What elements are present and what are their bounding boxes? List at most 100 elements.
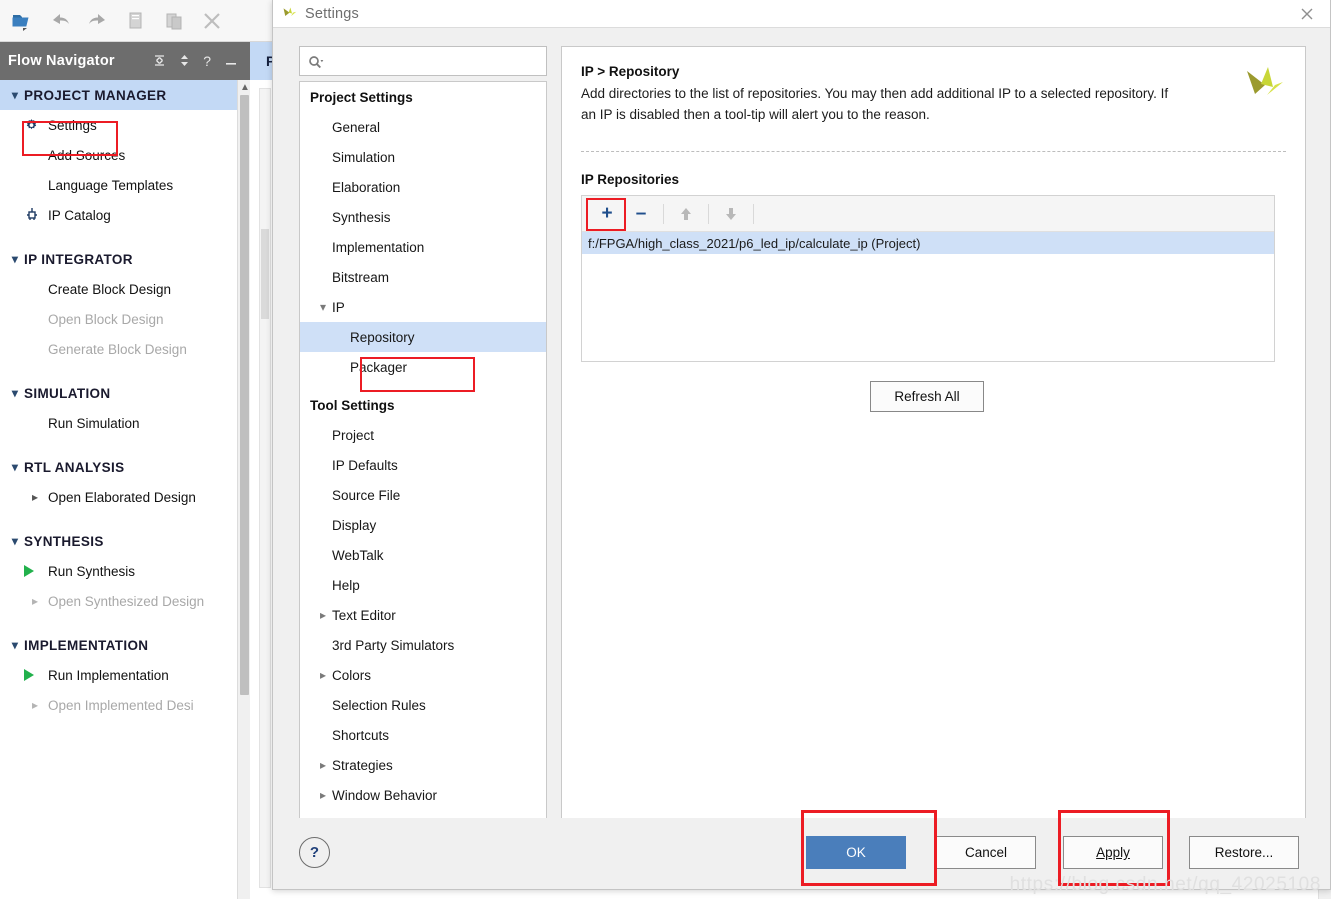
- tree-item-simulation[interactable]: Simulation: [300, 142, 546, 172]
- tree-item-ip[interactable]: ▾ IP: [300, 292, 546, 322]
- tree-item-colors[interactable]: ▸ Colors: [300, 660, 546, 690]
- collapse-all-icon[interactable]: [153, 54, 166, 69]
- sidebar-item-label: Run Synthesis: [48, 563, 136, 579]
- play-icon: [24, 669, 46, 681]
- sidebar-group-implementation[interactable]: ▾ IMPLEMENTATION: [0, 630, 237, 660]
- tree-item-label: Project: [332, 427, 375, 443]
- settings-nav-tree[interactable]: Project Settings General Simulation Elab…: [299, 81, 547, 821]
- section-divider: [581, 151, 1286, 152]
- background-panel-scrollbar[interactable]: [259, 88, 271, 888]
- tree-item-help[interactable]: Help: [300, 570, 546, 600]
- chevron-down-icon[interactable]: ▾: [314, 300, 332, 314]
- group-label: SYNTHESIS: [24, 533, 104, 549]
- chevron-right-icon[interactable]: ▸: [314, 758, 332, 772]
- sidebar-item-label: Open Synthesized Design: [48, 593, 205, 609]
- restore-button[interactable]: Restore...: [1189, 836, 1299, 869]
- sidebar-item-open-block-design: Open Block Design: [0, 304, 237, 334]
- scrollbar-thumb[interactable]: [240, 95, 249, 695]
- chevron-right-icon[interactable]: ▸: [314, 608, 332, 622]
- toolbar-divider: [663, 203, 664, 224]
- dialog-titlebar: Settings: [273, 0, 1330, 28]
- list-item[interactable]: f:/FPGA/high_class_2021/p6_led_ip/calcul…: [582, 232, 1274, 254]
- chevron-right-icon[interactable]: ▸: [314, 668, 332, 682]
- tree-item-label: IP Defaults: [332, 457, 398, 473]
- tree-item-display[interactable]: Display: [300, 510, 546, 540]
- tree-item-label: Selection Rules: [332, 697, 426, 713]
- add-repository-button[interactable]: +: [590, 200, 624, 228]
- sidebar-item-create-block-design[interactable]: Create Block Design: [0, 274, 237, 304]
- flow-navigator-list: ▾ PROJECT MANAGER Settings Add Sources L…: [0, 80, 237, 899]
- tree-item-3rd-party-simulators[interactable]: 3rd Party Simulators: [300, 630, 546, 660]
- settings-search-box[interactable]: [299, 46, 547, 76]
- chevron-down-icon: ▾: [11, 386, 19, 400]
- flow-navigator-scrollbar[interactable]: ▲: [237, 80, 250, 899]
- group-label: SIMULATION: [24, 385, 111, 401]
- sidebar-group-simulation[interactable]: ▾ SIMULATION: [0, 378, 237, 408]
- minimize-icon[interactable]: [224, 54, 238, 69]
- tree-item-label: Text Editor: [332, 607, 396, 623]
- sidebar-item-run-simulation[interactable]: Run Simulation: [0, 408, 237, 438]
- restore-label: Restore...: [1214, 845, 1274, 860]
- tree-item-label: Shortcuts: [332, 727, 390, 743]
- open-folder-icon[interactable]: [10, 9, 34, 33]
- sidebar-group-rtl-analysis[interactable]: ▾ RTL ANALYSIS: [0, 452, 237, 482]
- sidebar-item-label: Run Simulation: [48, 415, 140, 431]
- tree-item-label: IP: [332, 299, 345, 315]
- tree-item-window-behavior[interactable]: ▸ Window Behavior: [300, 780, 546, 810]
- cancel-button[interactable]: Cancel: [936, 836, 1036, 869]
- tree-item-general[interactable]: General: [300, 112, 546, 142]
- tree-item-webtalk[interactable]: WebTalk: [300, 540, 546, 570]
- tree-item-elaboration[interactable]: Elaboration: [300, 172, 546, 202]
- sidebar-item-run-synthesis[interactable]: Run Synthesis: [0, 556, 237, 586]
- arrow-up-icon: [669, 200, 703, 228]
- tree-item-repository[interactable]: Repository: [300, 322, 546, 352]
- tree-item-source-file[interactable]: Source File: [300, 480, 546, 510]
- sidebar-group-project-manager[interactable]: ▾ PROJECT MANAGER: [0, 80, 237, 110]
- scrollbar-thumb[interactable]: [261, 229, 269, 319]
- close-icon[interactable]: [1284, 0, 1330, 28]
- apply-button[interactable]: Apply: [1063, 836, 1163, 869]
- content-header: IP > Repository Add directories to the l…: [581, 64, 1245, 126]
- tree-section-tool-settings: Tool Settings: [310, 397, 395, 413]
- sidebar-item-open-elaborated-design[interactable]: ▸ Open Elaborated Design: [0, 482, 237, 512]
- remove-repository-button[interactable]: –: [624, 200, 658, 228]
- tree-item-text-editor[interactable]: ▸ Text Editor: [300, 600, 546, 630]
- refresh-all-button[interactable]: Refresh All: [870, 381, 984, 412]
- close-icon: [200, 9, 224, 33]
- tree-item-project[interactable]: Project: [300, 420, 546, 450]
- search-input[interactable]: [321, 48, 546, 74]
- toolbar-divider: [708, 203, 709, 224]
- sidebar-item-language-templates[interactable]: Language Templates: [0, 170, 237, 200]
- tree-item-label: Repository: [350, 329, 415, 345]
- repositories-list[interactable]: f:/FPGA/high_class_2021/p6_led_ip/calcul…: [582, 232, 1274, 361]
- settings-content-pane: IP > Repository Add directories to the l…: [561, 46, 1306, 821]
- sidebar-group-ip-integrator[interactable]: ▾ IP INTEGRATOR: [0, 244, 237, 274]
- tree-item-strategies[interactable]: ▸ Strategies: [300, 750, 546, 780]
- tree-item-shortcuts[interactable]: Shortcuts: [300, 720, 546, 750]
- tree-item-synthesis[interactable]: Synthesis: [300, 202, 546, 232]
- sidebar-item-settings[interactable]: Settings: [0, 110, 237, 140]
- ok-button[interactable]: OK: [806, 836, 906, 869]
- main-toolbar: [0, 0, 275, 42]
- tree-item-bitstream[interactable]: Bitstream: [300, 262, 546, 292]
- play-icon: [24, 565, 46, 577]
- sidebar-item-add-sources[interactable]: Add Sources: [0, 140, 237, 170]
- help-button[interactable]: ?: [299, 837, 330, 868]
- tree-item-implementation[interactable]: Implementation: [300, 232, 546, 262]
- sidebar-item-run-implementation[interactable]: Run Implementation: [0, 660, 237, 690]
- dialog-body: Project Settings General Simulation Elab…: [273, 29, 1330, 821]
- sidebar-item-ip-catalog[interactable]: IP Catalog: [0, 200, 237, 230]
- chevron-right-icon[interactable]: ▸: [314, 788, 332, 802]
- tree-item-selection-rules[interactable]: Selection Rules: [300, 690, 546, 720]
- tree-item-packager[interactable]: Packager: [300, 352, 546, 382]
- tree-item-label: Window Behavior: [332, 787, 438, 803]
- help-icon[interactable]: ?: [203, 54, 211, 68]
- expand-icon[interactable]: [179, 54, 190, 69]
- tree-item-ip-defaults[interactable]: IP Defaults: [300, 450, 546, 480]
- scroll-up-icon[interactable]: ▲: [240, 82, 250, 93]
- sidebar-item-label: Settings: [48, 117, 97, 133]
- group-label: PROJECT MANAGER: [24, 87, 167, 103]
- sidebar-group-synthesis[interactable]: ▾ SYNTHESIS: [0, 526, 237, 556]
- sidebar-item-label: Open Elaborated Design: [48, 489, 196, 505]
